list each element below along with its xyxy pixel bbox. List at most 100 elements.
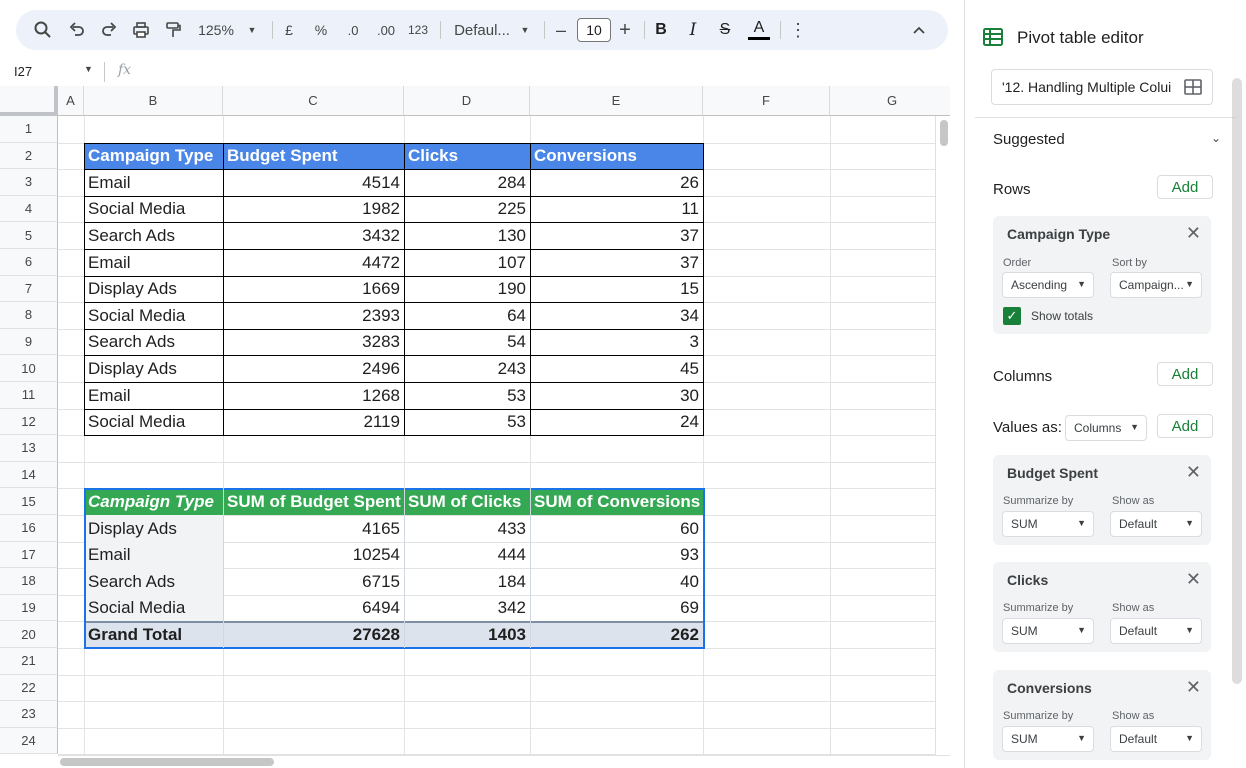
more-vert-icon[interactable]: ⋮ xyxy=(788,10,808,50)
table-cell[interactable]: 53 xyxy=(404,382,530,409)
row-header[interactable]: 1 xyxy=(0,116,58,143)
column-header[interactable]: B xyxy=(84,86,223,116)
row-header[interactable]: 12 xyxy=(0,408,58,436)
pivot-cell[interactable]: Search Ads xyxy=(84,568,223,595)
strikethrough-button[interactable]: S xyxy=(714,10,736,50)
row-header[interactable]: 10 xyxy=(0,355,58,382)
order-select[interactable]: Ascending ▼ xyxy=(1002,272,1094,298)
table-cell[interactable]: Search Ads xyxy=(84,222,223,249)
pivot-cell[interactable]: 60 xyxy=(530,515,703,542)
table-cell[interactable]: Social Media xyxy=(84,196,223,223)
table-cell[interactable]: 3 xyxy=(530,329,703,356)
grand-total-cell[interactable]: 27628 xyxy=(223,621,404,648)
pivot-cell[interactable]: 40 xyxy=(530,568,703,595)
pivot-cell[interactable]: 444 xyxy=(404,542,530,569)
close-icon[interactable]: ✕ xyxy=(1186,569,1201,590)
row-header[interactable]: 23 xyxy=(0,701,58,728)
add-column-button[interactable]: Add xyxy=(1157,362,1213,386)
pivot-cell[interactable]: 6494 xyxy=(223,595,404,622)
row-header[interactable]: 2 xyxy=(0,142,58,170)
pivot-header-cell[interactable]: SUM of Clicks xyxy=(404,488,530,515)
table-cell[interactable]: 4472 xyxy=(223,249,404,276)
currency-format-button[interactable]: £ xyxy=(278,10,300,50)
table-cell[interactable]: 130 xyxy=(404,222,530,249)
select-all-corner[interactable] xyxy=(0,86,58,116)
row-header[interactable]: 17 xyxy=(0,541,58,569)
pivot-cell[interactable]: 433 xyxy=(404,515,530,542)
redo-icon[interactable] xyxy=(96,10,122,50)
text-color-button[interactable]: A xyxy=(746,10,772,50)
column-header[interactable]: A xyxy=(58,86,84,116)
row-header[interactable]: 16 xyxy=(0,515,58,542)
close-icon[interactable]: ✕ xyxy=(1186,223,1201,244)
table-cell[interactable]: 225 xyxy=(404,196,530,223)
table-cell[interactable]: 284 xyxy=(404,169,530,196)
row-header[interactable]: 6 xyxy=(0,249,58,276)
data-range-input[interactable]: '12. Handling Multiple Colui xyxy=(991,69,1213,105)
show-as-select[interactable]: Default ▼ xyxy=(1110,511,1202,537)
table-cell[interactable]: 37 xyxy=(530,222,703,249)
search-menus-icon[interactable] xyxy=(30,10,56,50)
column-header[interactable]: G xyxy=(830,86,950,116)
row-header[interactable]: 19 xyxy=(0,594,58,622)
table-cell[interactable]: Email xyxy=(84,169,223,196)
vertical-scrollbar[interactable] xyxy=(935,116,950,756)
summarize-by-select[interactable]: SUM ▼ xyxy=(1002,511,1094,537)
chevron-down-icon[interactable]: ▼ xyxy=(516,10,534,50)
table-cell[interactable]: 24 xyxy=(530,409,703,436)
pivot-cell[interactable]: 342 xyxy=(404,595,530,622)
table-cell[interactable]: 30 xyxy=(530,382,703,409)
pivot-cell[interactable]: 6715 xyxy=(223,568,404,595)
show-as-select[interactable]: Default ▼ xyxy=(1110,618,1202,644)
select-range-icon[interactable] xyxy=(1184,79,1202,95)
pivot-cell[interactable]: 184 xyxy=(404,568,530,595)
decrease-decimals-button[interactable]: .0 xyxy=(340,10,366,50)
table-cell[interactable]: Email xyxy=(84,249,223,276)
table-cell[interactable]: Display Ads xyxy=(84,276,223,303)
show-totals-checkbox[interactable]: ✓ xyxy=(1003,307,1021,325)
table-header-cell[interactable]: Conversions xyxy=(530,143,703,170)
table-cell[interactable]: 1982 xyxy=(223,196,404,223)
summarize-by-select[interactable]: SUM ▼ xyxy=(1002,726,1094,752)
table-cell[interactable]: 45 xyxy=(530,355,703,382)
pivot-cell[interactable]: Social Media xyxy=(84,595,223,622)
table-cell[interactable]: 190 xyxy=(404,276,530,303)
pivot-cell[interactable]: 4165 xyxy=(223,515,404,542)
summarize-by-select[interactable]: SUM ▼ xyxy=(1002,618,1094,644)
column-header[interactable]: D xyxy=(404,86,530,116)
table-cell[interactable]: 11 xyxy=(530,196,703,223)
decrease-font-size-button[interactable]: – xyxy=(550,10,572,50)
values-as-select[interactable]: Columns ▼ xyxy=(1065,415,1147,441)
table-cell[interactable]: 243 xyxy=(404,355,530,382)
name-box[interactable]: I27 xyxy=(14,64,32,79)
table-header-cell[interactable]: Budget Spent xyxy=(223,143,404,170)
column-header[interactable]: C xyxy=(223,86,404,116)
table-cell[interactable]: 2119 xyxy=(223,409,404,436)
row-header[interactable]: 7 xyxy=(0,275,58,303)
table-cell[interactable]: 4514 xyxy=(223,169,404,196)
font-family-select[interactable]: Defaul... xyxy=(450,10,514,50)
increase-font-size-button[interactable]: + xyxy=(614,10,636,50)
row-header[interactable]: 21 xyxy=(0,648,58,675)
row-header[interactable]: 5 xyxy=(0,222,58,249)
bold-button[interactable]: B xyxy=(650,10,672,50)
table-cell[interactable]: 107 xyxy=(404,249,530,276)
undo-icon[interactable] xyxy=(64,10,90,50)
table-cell[interactable]: 53 xyxy=(404,409,530,436)
scroll-thumb[interactable] xyxy=(60,758,274,766)
grand-total-cell[interactable]: 262 xyxy=(530,621,703,648)
table-cell[interactable]: 26 xyxy=(530,169,703,196)
row-header[interactable]: 22 xyxy=(0,674,58,702)
pivot-header-cell[interactable]: SUM of Conversions xyxy=(530,488,703,515)
font-size-input[interactable]: 10 xyxy=(577,18,611,42)
pivot-cell[interactable]: 93 xyxy=(530,542,703,569)
close-icon[interactable]: ✕ xyxy=(1186,462,1201,483)
table-cell[interactable]: 2393 xyxy=(223,302,404,329)
table-cell[interactable]: 15 xyxy=(530,276,703,303)
show-as-select[interactable]: Default ▼ xyxy=(1110,726,1202,752)
table-cell[interactable]: Search Ads xyxy=(84,329,223,356)
row-header[interactable]: 9 xyxy=(0,328,58,356)
column-header[interactable]: F xyxy=(703,86,830,116)
sort-by-select[interactable]: Campaign... ▼ xyxy=(1110,272,1202,298)
table-cell[interactable]: Display Ads xyxy=(84,355,223,382)
